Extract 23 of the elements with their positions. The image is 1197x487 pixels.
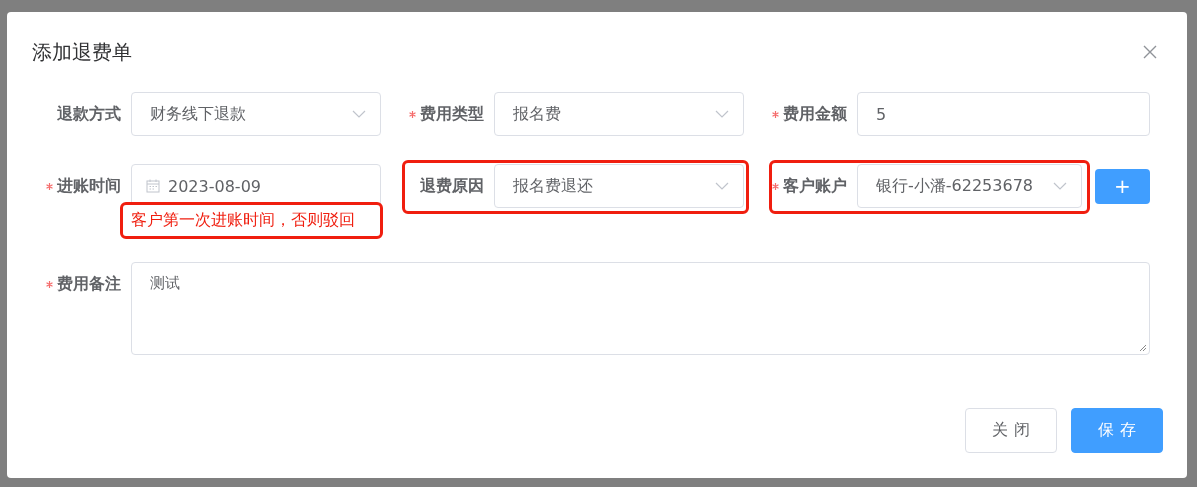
field-label: 退款方式 [57,103,121,125]
textarea-field[interactable]: 测试 [131,262,1150,355]
close-button[interactable]: 关 闭 [965,408,1057,453]
annotation-note: 客户第一次进账时间，否则驳回 [120,202,383,239]
close-icon[interactable] [1143,45,1157,59]
chevron-down-icon [1053,182,1067,190]
field-label: 费用金额 [783,103,847,125]
calendar-icon [146,179,160,193]
select-field[interactable]: 银行-小潘-62253678 [857,164,1082,208]
field-label: 退费原因 [420,175,484,197]
select-field[interactable]: 报名费退还 [494,164,744,208]
chevron-down-icon [352,110,366,118]
field-label: 客户账户 [783,175,847,197]
field-label: 进账时间 [57,175,121,197]
chevron-down-icon [715,182,729,190]
chevron-down-icon [715,110,729,118]
field-label: 费用类型 [420,103,484,125]
input-field[interactable]: 5 [857,92,1150,136]
select-field[interactable]: 报名费 [494,92,744,136]
select-field[interactable]: 财务线下退款 [131,92,381,136]
field-label: 费用备注 [57,274,121,295]
dialog-title: 添加退费单 [32,38,132,66]
resize-grip-icon[interactable] [1139,344,1147,352]
